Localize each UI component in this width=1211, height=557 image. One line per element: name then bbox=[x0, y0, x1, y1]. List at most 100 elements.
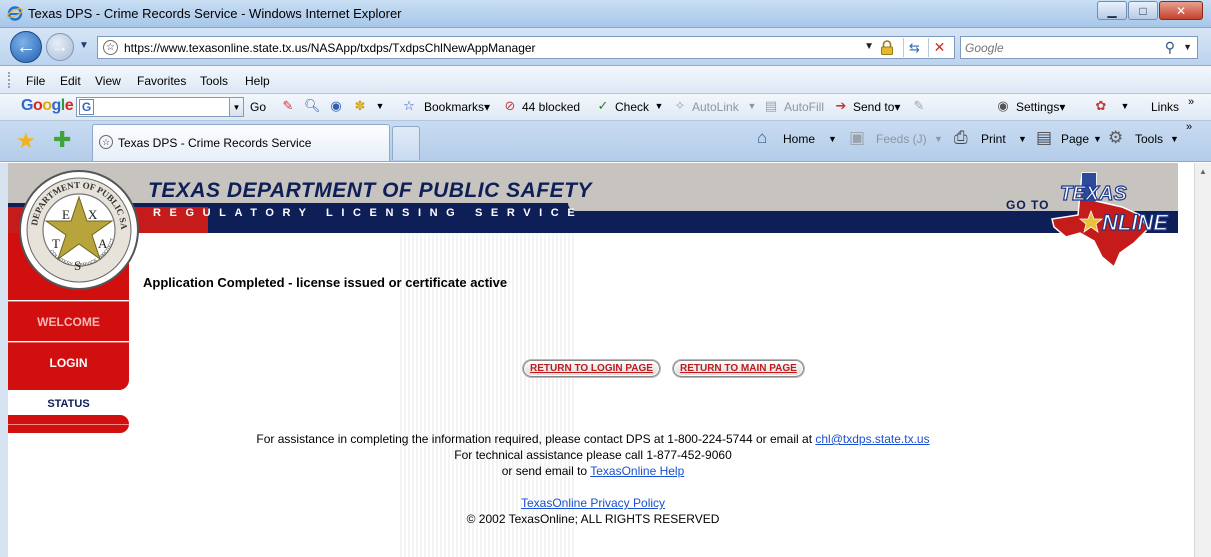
privacy-policy-link[interactable]: TexasOnline Privacy Policy bbox=[521, 496, 665, 510]
sidebar-item-login[interactable]: LOGIN bbox=[8, 342, 129, 390]
page-icon: ☆ bbox=[103, 40, 118, 55]
return-login-button[interactable]: RETURN TO LOGIN PAGE bbox=[523, 360, 660, 377]
svg-text:X: X bbox=[88, 207, 98, 222]
texas-online-logo[interactable]: TEXAS NLINE bbox=[1044, 167, 1179, 272]
tools-button[interactable]: Tools bbox=[1135, 132, 1163, 146]
tab-texas-dps[interactable]: ☆ Texas DPS - Crime Records Service bbox=[92, 124, 390, 161]
assistance-text: For assistance in completing the informa… bbox=[256, 432, 813, 446]
print-button[interactable]: Print bbox=[981, 132, 1006, 146]
tab-title: Texas DPS - Crime Records Service bbox=[118, 136, 312, 150]
page-viewport: TEXAS DEPARTMENT OF PUBLIC SAFETY REGULA… bbox=[8, 163, 1194, 557]
minimize-button[interactable]: ▁ bbox=[1097, 1, 1127, 20]
maximize-button[interactable]: □ bbox=[1128, 1, 1158, 20]
send-to-button[interactable]: Send to▾ bbox=[853, 100, 900, 114]
menu-tools[interactable]: Tools bbox=[200, 74, 228, 88]
autolink-dropdown-icon[interactable]: ▼ bbox=[744, 98, 760, 114]
send-email-text: or send email to bbox=[501, 464, 588, 478]
pagerank-icon[interactable]: ✎ bbox=[280, 98, 296, 114]
menu-favorites[interactable]: Favorites bbox=[137, 74, 186, 88]
url-field[interactable]: ☆ https://www.texasonline.state.tx.us/NA… bbox=[97, 36, 955, 59]
google-search-field[interactable]: G ▼ bbox=[76, 97, 244, 117]
feeds-dropdown-icon[interactable]: ▼ bbox=[934, 134, 943, 144]
refresh-icon[interactable]: ⇆ bbox=[903, 38, 925, 57]
feeds-button[interactable]: Feeds (J) bbox=[876, 132, 927, 146]
menu-view[interactable]: View bbox=[95, 74, 121, 88]
forward-button[interactable]: → bbox=[46, 33, 74, 61]
history-dropdown-icon[interactable]: ▼ bbox=[79, 40, 89, 51]
back-arrow-icon: ← bbox=[16, 35, 36, 58]
dps-email-link[interactable]: chl@txdps.state.tx.us bbox=[815, 432, 929, 446]
bookmarks-button[interactable]: Bookmarks▾ bbox=[424, 100, 490, 114]
menu-bar: File Edit View Favorites Tools Help bbox=[0, 66, 1211, 94]
autolink-icon: ✧ bbox=[674, 98, 686, 113]
vertical-scrollbar[interactable]: ▲ bbox=[1194, 163, 1211, 557]
footer: For assistance in completing the informa… bbox=[8, 431, 1178, 527]
command-chevron-icon[interactable]: » bbox=[1186, 121, 1192, 133]
menu-edit[interactable]: Edit bbox=[60, 74, 81, 88]
home-button[interactable]: Home bbox=[783, 132, 815, 146]
check-button[interactable]: Check bbox=[615, 100, 649, 114]
google-go-button[interactable]: Go bbox=[250, 100, 266, 114]
search-box[interactable]: ⚲ ▼ bbox=[960, 36, 1198, 59]
menu-help[interactable]: Help bbox=[245, 74, 270, 88]
url-dropdown-icon[interactable]: ▼ bbox=[864, 41, 874, 52]
add-favorite-icon[interactable]: ✚ bbox=[53, 129, 71, 151]
stop-icon[interactable]: ✕ bbox=[928, 38, 950, 57]
texasonline-help-link[interactable]: TexasOnline Help bbox=[590, 464, 684, 478]
links-button[interactable]: Links bbox=[1151, 100, 1179, 114]
feeds-icon: ▣ bbox=[849, 128, 866, 147]
puzzle-icon[interactable]: ✽ bbox=[352, 98, 368, 114]
menu-file[interactable]: File bbox=[26, 74, 45, 88]
autolink-button[interactable]: AutoLink bbox=[692, 100, 739, 114]
google-logo[interactable]: Google bbox=[21, 97, 74, 115]
print-dropdown-icon[interactable]: ▼ bbox=[1018, 134, 1027, 144]
check-dropdown-icon[interactable]: ▼ bbox=[651, 98, 667, 114]
search-input[interactable] bbox=[965, 40, 1155, 55]
page-dropdown-icon[interactable]: ▼ bbox=[1093, 134, 1102, 144]
favorites-star-icon[interactable]: ★ bbox=[16, 130, 36, 152]
puzzle-dropdown-icon[interactable]: ▼ bbox=[372, 98, 388, 114]
sidebar-item-welcome[interactable]: WELCOME bbox=[8, 301, 129, 341]
svg-text:T: T bbox=[52, 236, 60, 251]
highlighter-icon[interactable]: ✎ bbox=[911, 98, 927, 114]
home-icon: ⌂ bbox=[757, 128, 768, 147]
lock-icon[interactable] bbox=[880, 40, 894, 55]
status-message: Application Completed - license issued o… bbox=[143, 275, 508, 290]
goto-label[interactable]: GO TO bbox=[1006, 198, 1049, 212]
return-main-button[interactable]: RETURN TO MAIN PAGE bbox=[672, 360, 804, 377]
settings-button[interactable]: Settings▾ bbox=[1016, 100, 1065, 114]
svg-text:E: E bbox=[62, 207, 70, 222]
left-frame-edge bbox=[0, 163, 8, 557]
bookmarks-star-icon: ☆ bbox=[403, 98, 415, 113]
chevron-right-icon[interactable]: » bbox=[1183, 94, 1199, 110]
toolbar-grip[interactable] bbox=[8, 72, 11, 88]
search-dropdown-icon[interactable]: ▼ bbox=[1183, 42, 1192, 52]
home-dropdown-icon[interactable]: ▼ bbox=[828, 134, 837, 144]
send-to-icon: ➔ bbox=[835, 98, 847, 113]
autofill-icon: ▤ bbox=[764, 98, 778, 113]
autofill-button[interactable]: AutoFill bbox=[784, 100, 824, 114]
page-button[interactable]: Page bbox=[1061, 132, 1089, 146]
google-extra-icon[interactable]: ✿ bbox=[1093, 98, 1109, 114]
google-extra-dropdown-icon[interactable]: ▼ bbox=[1117, 98, 1133, 114]
tools-dropdown-icon[interactable]: ▼ bbox=[1170, 134, 1179, 144]
close-button[interactable]: ✕ bbox=[1159, 1, 1203, 20]
find-icon[interactable]: 🔍︎ bbox=[304, 98, 321, 114]
google-search-dropdown-icon[interactable]: ▼ bbox=[229, 98, 243, 116]
svg-text:TEXAS: TEXAS bbox=[1060, 183, 1127, 205]
tools-gear-icon: ⚙ bbox=[1108, 128, 1124, 147]
copyright-text: © 2002 TexasOnline; ALL RIGHTS RESERVED bbox=[466, 512, 720, 526]
forward-arrow-icon: → bbox=[51, 37, 69, 56]
title-bar: Texas DPS - Crime Records Service - Wind… bbox=[0, 0, 1211, 28]
dps-title: TEXAS DEPARTMENT OF PUBLIC SAFETY bbox=[148, 179, 592, 202]
sidebar-item-status[interactable]: STATUS bbox=[8, 394, 129, 414]
search-icon[interactable]: ⚲ bbox=[1165, 39, 1175, 56]
url-text[interactable]: https://www.texasonline.state.tx.us/NASA… bbox=[124, 41, 536, 55]
back-button[interactable]: ← bbox=[10, 31, 42, 63]
globe-icon[interactable]: ◉ bbox=[328, 98, 344, 114]
svg-text:S: S bbox=[74, 258, 81, 273]
scroll-up-icon[interactable]: ▲ bbox=[1199, 167, 1207, 176]
popup-blocked-count[interactable]: 44 blocked bbox=[522, 100, 580, 114]
new-tab-button[interactable] bbox=[392, 126, 420, 160]
action-buttons: RETURN TO LOGIN PAGE RETURN TO MAIN PAGE bbox=[523, 360, 804, 377]
